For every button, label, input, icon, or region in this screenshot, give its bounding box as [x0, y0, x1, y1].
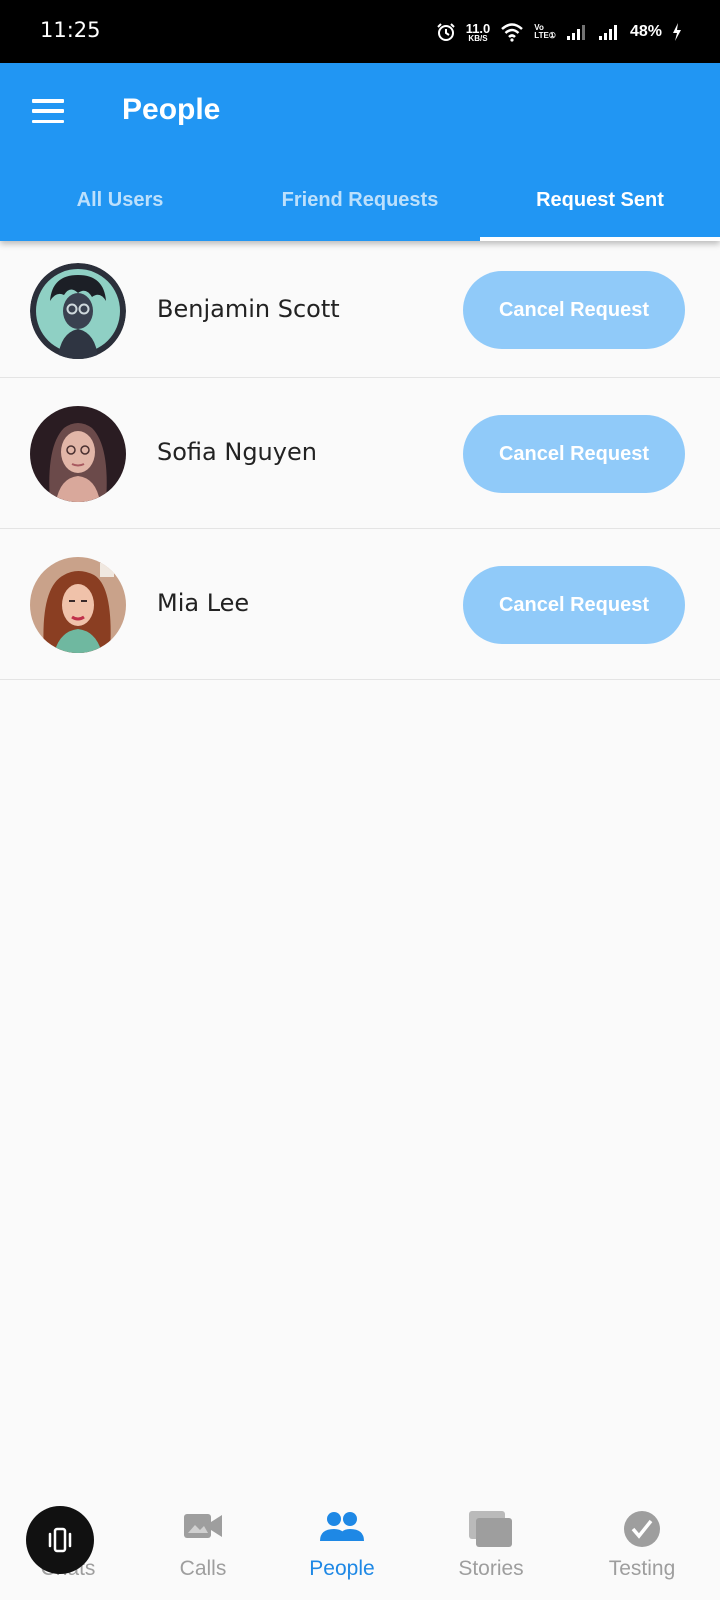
app-bar: People All Users Friend Requests Request…	[0, 63, 720, 241]
cancel-request-button[interactable]: Cancel Request	[463, 566, 685, 644]
alarm-icon	[436, 23, 455, 41]
network-speed: 11.0 KB/S	[465, 20, 491, 43]
list-item: Benjamin Scott Cancel Request	[0, 241, 720, 378]
check-circle-icon	[624, 1511, 660, 1547]
signal-icon	[566, 25, 585, 40]
tab-bar: All Users Friend Requests Request Sent	[0, 159, 720, 241]
phone-vibrate-icon	[48, 1527, 72, 1553]
status-bar: 11:25 11.0 KB/S Vo LTE① 48%	[0, 0, 720, 63]
avatar[interactable]	[30, 557, 126, 653]
battery-level: 48%	[629, 23, 662, 40]
signal-icon-2	[598, 25, 617, 40]
user-name: Benjamin Scott	[157, 295, 340, 323]
floating-overlay-button[interactable]	[26, 1506, 94, 1574]
bottom-navigation: Chats Calls People Stories Testing	[0, 1490, 720, 1600]
user-name: Sofia Nguyen	[157, 438, 317, 466]
menu-icon[interactable]	[32, 99, 64, 123]
cancel-request-button[interactable]: Cancel Request	[463, 271, 685, 349]
list-item: Mia Lee Cancel Request	[0, 529, 720, 680]
avatar[interactable]	[30, 406, 126, 502]
charging-icon	[673, 23, 681, 41]
sent-requests-list: Benjamin Scott Cancel Request Sofia Nguy…	[0, 241, 720, 680]
list-item: Sofia Nguyen Cancel Request	[0, 378, 720, 529]
page-title: People	[122, 93, 221, 126]
people-icon	[320, 1512, 364, 1541]
nav-people[interactable]: People	[282, 1490, 402, 1600]
cancel-request-button[interactable]: Cancel Request	[463, 415, 685, 493]
nav-stories[interactable]: Stories	[431, 1490, 551, 1600]
video-camera-icon	[184, 1514, 222, 1538]
volte-icon: Vo LTE①	[534, 22, 556, 40]
nav-calls[interactable]: Calls	[143, 1490, 263, 1600]
status-time: 11:25	[40, 18, 101, 42]
avatar[interactable]	[30, 263, 126, 359]
tab-request-sent[interactable]: Request Sent	[480, 159, 720, 241]
tab-all-users[interactable]: All Users	[0, 159, 240, 241]
stories-icon	[469, 1511, 512, 1547]
nav-testing[interactable]: Testing	[582, 1490, 702, 1600]
tab-friend-requests[interactable]: Friend Requests	[240, 159, 480, 241]
wifi-icon	[501, 23, 524, 42]
status-icons: 11.0 KB/S Vo LTE① 48%	[436, 18, 682, 46]
user-name: Mia Lee	[157, 589, 250, 617]
